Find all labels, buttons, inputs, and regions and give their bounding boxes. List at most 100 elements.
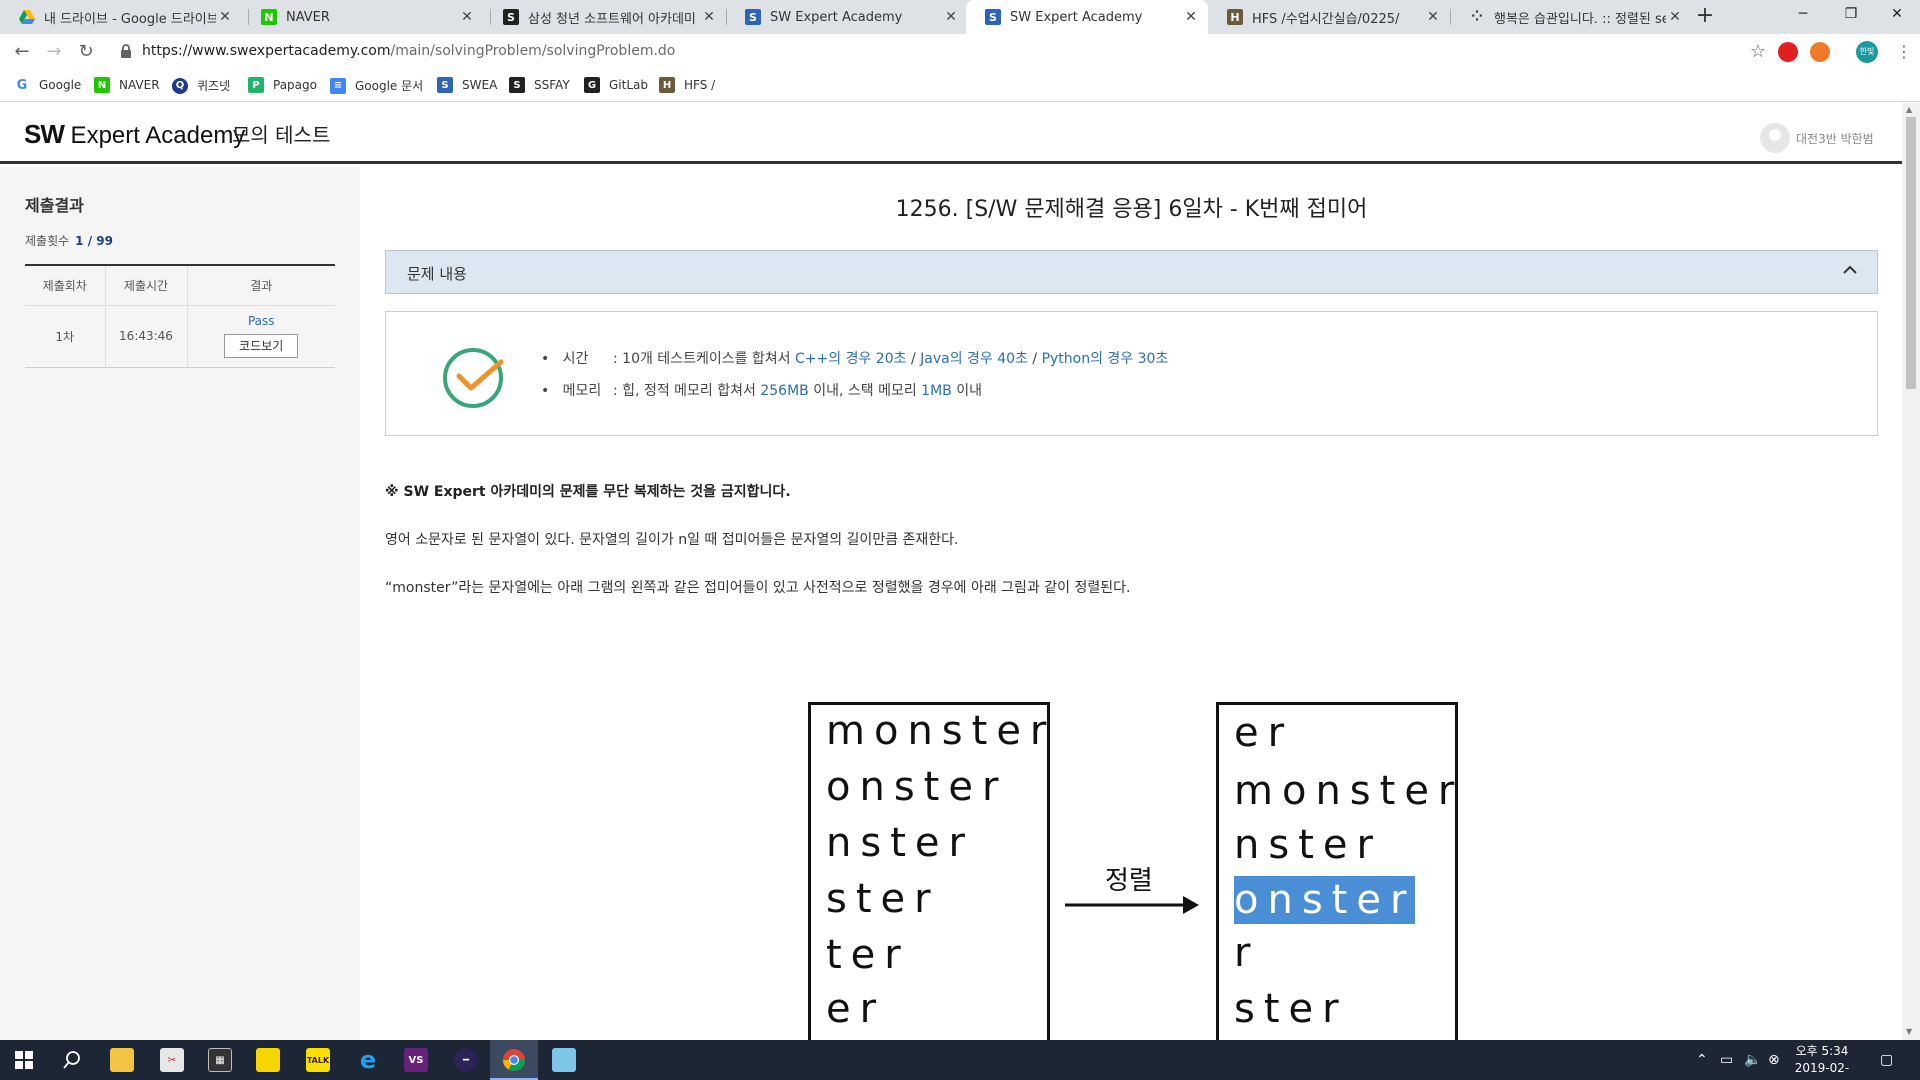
tistory-icon: ⁘ <box>1471 9 1483 25</box>
submission-count-label: 제출횟수 <box>25 234 70 248</box>
bookmark-google-docs[interactable]: ≡ Google 문서 <box>330 77 423 94</box>
eclipse-icon[interactable]: ━ <box>442 1040 490 1080</box>
tab-hfs[interactable]: H HFS /수업시간실습/0225/ ✕ <box>1208 0 1450 34</box>
suffix-word: ter <box>826 932 910 978</box>
url-text: https://www.swexpertacademy.com/main/sol… <box>142 43 675 59</box>
bookmark-google[interactable]: G Google <box>14 77 82 93</box>
bookmark-gitlab[interactable]: G GitLab <box>584 77 648 93</box>
hfs-icon: H <box>1227 9 1243 25</box>
tab-ssafy[interactable]: S 삼성 청년 소프트웨어 아카데미 ✕ <box>484 0 726 34</box>
tab-title: 삼성 청년 소프트웨어 아카데미 <box>528 11 696 27</box>
bookmark-swea[interactable]: S SWEA <box>437 77 497 93</box>
scroll-up-arrow-icon[interactable]: ▲ <box>1906 105 1912 114</box>
bookmarks-bar: G Google N NAVER Q 퀴즈넷 P Papago ≡ Google 문서 S… <box>0 70 1920 102</box>
tab-title: 행복은 습관입니다. :: 정렬된 set <box>1494 11 1666 27</box>
logo-rest: Expert Academy <box>63 122 246 149</box>
arrow-right-icon <box>1065 896 1199 914</box>
suffix-word: er <box>1234 710 1294 756</box>
site-logo[interactable]: SW Expert Academy <box>24 119 245 150</box>
column-header: 제출시간 <box>104 264 187 306</box>
notepad-icon[interactable] <box>540 1040 588 1080</box>
chrome-icon[interactable] <box>490 1040 538 1080</box>
scrollbar-thumb[interactable] <box>1906 117 1916 389</box>
address-bar[interactable]: https://www.swexpertacademy.com/main/sol… <box>110 37 1770 67</box>
page-scrollbar[interactable]: ▲ ▼ <box>1902 103 1920 1040</box>
bookmark-quiznet[interactable]: Q 퀴즈넷 <box>172 77 230 94</box>
close-icon[interactable]: ✕ <box>1666 9 1684 25</box>
maximize-button[interactable]: ❐ <box>1828 0 1874 30</box>
visual-studio-icon[interactable]: VS <box>392 1040 440 1080</box>
calculator-icon[interactable]: ▦ <box>196 1040 244 1080</box>
submission-count: 제출횟수 1 / 99 <box>25 232 113 249</box>
bookmark-naver[interactable]: N NAVER <box>94 77 160 93</box>
scroll-down-arrow-icon[interactable]: ▼ <box>1906 1027 1912 1036</box>
new-tab-button[interactable]: + <box>1692 3 1718 29</box>
windows-start-icon[interactable] <box>0 1040 48 1080</box>
tab-naver[interactable]: N NAVER ✕ <box>242 0 484 34</box>
ssafy-icon: S <box>503 9 519 25</box>
swea-icon: S <box>437 77 453 93</box>
swea-icon: S <box>985 9 1001 25</box>
forward-button[interactable]: → <box>42 40 66 64</box>
system-clock[interactable]: 오후 5:34 2019-02-25 <box>1792 1043 1852 1080</box>
menu-kebab-icon[interactable]: ⋮ <box>1892 40 1916 64</box>
internet-explorer-icon[interactable]: e <box>344 1040 392 1080</box>
bookmark-hfs[interactable]: H HFS / <box>659 77 715 93</box>
limits-box: • 시간: 10개 테스트케이스를 합쳐서 C++의 경우 20초 / Java… <box>385 311 1878 436</box>
search-icon[interactable] <box>48 1040 96 1080</box>
close-window-button[interactable]: ✕ <box>1874 0 1920 30</box>
back-button[interactable]: ← <box>10 40 34 64</box>
tab-swea-active[interactable]: S SW Expert Academy ✕ <box>966 0 1208 34</box>
close-icon[interactable]: ✕ <box>1182 9 1200 25</box>
submission-sidebar: 제출결과 제출횟수 1 / 99 제출회차 제출시간 결과 1차 16:43:46… <box>0 167 360 1040</box>
minimize-button[interactable]: ─ <box>1780 0 1826 30</box>
tab-google-drive[interactable]: 내 드라이브 - Google 드라이브 ✕ <box>0 0 242 34</box>
table-row: 1차 16:43:46 Pass 코드보기 <box>25 305 335 368</box>
site-header: SW Expert Academy 모의 테스트 대전3반 박한범 <box>0 103 1902 164</box>
user-menu[interactable]: 대전3반 박한범 <box>1760 123 1874 153</box>
reload-button[interactable]: ↻ <box>74 40 98 64</box>
google-docs-icon: ≡ <box>330 77 346 94</box>
quiznet-icon: Q <box>172 77 188 94</box>
opera-extension-icon[interactable] <box>1778 42 1798 62</box>
notification-icon[interactable]: ▢ <box>1880 1052 1893 1068</box>
close-icon[interactable]: ✕ <box>700 9 718 25</box>
user-avatar-icon <box>1760 123 1790 153</box>
result-pass: Pass <box>247 314 275 328</box>
sort-label: 정렬 <box>1105 866 1153 896</box>
ime-icon[interactable]: ⊗ <box>1768 1052 1780 1068</box>
extension-icon[interactable] <box>1810 42 1830 62</box>
close-icon[interactable]: ✕ <box>458 9 476 25</box>
profile-avatar[interactable]: 한빛 <box>1856 41 1878 63</box>
column-header: 결과 <box>186 264 335 306</box>
bookmark-label: 퀴즈넷 <box>197 79 231 93</box>
network-icon[interactable]: ▭ <box>1720 1052 1733 1068</box>
file-explorer-icon[interactable] <box>98 1040 146 1080</box>
submission-round: 1차 <box>25 305 105 368</box>
close-icon[interactable]: ✕ <box>1424 9 1442 25</box>
submission-time: 16:43:46 <box>104 305 187 368</box>
tab-title: HFS /수업시간실습/0225/ <box>1252 11 1400 27</box>
close-icon[interactable]: ✕ <box>216 9 234 25</box>
sticky-notes-icon[interactable] <box>244 1040 292 1080</box>
submission-table: 제출회차 제출시간 결과 1차 16:43:46 Pass 코드보기 <box>25 264 335 368</box>
clock-time: 오후 5:34 <box>1795 1044 1849 1058</box>
bookmark-star-icon[interactable]: ☆ <box>1750 41 1766 62</box>
suffix-word: r <box>1234 930 1260 976</box>
volume-icon[interactable]: 🔈 <box>1744 1052 1761 1068</box>
snipping-tool-icon[interactable]: ✂ <box>148 1040 196 1080</box>
close-icon[interactable]: ✕ <box>942 9 960 25</box>
tab-title: NAVER <box>286 9 330 25</box>
ssafy-icon: S <box>509 77 525 93</box>
bookmark-ssafy[interactable]: S SSFAY <box>509 77 570 93</box>
bookmark-papago[interactable]: P Papago <box>248 77 317 93</box>
view-code-button[interactable]: 코드보기 <box>224 334 299 358</box>
swea-icon: S <box>745 9 761 25</box>
kakaotalk-icon[interactable]: TALK <box>294 1040 342 1080</box>
suffix-word: ster <box>826 876 940 922</box>
chevron-up-icon[interactable]: ⌃ <box>1696 1052 1708 1068</box>
tab-swea-1[interactable]: S SW Expert Academy ✕ <box>726 0 968 34</box>
tab-tistory[interactable]: ⁘ 행복은 습관입니다. :: 정렬된 set ✕ <box>1450 0 1692 34</box>
problem-content-toggle[interactable]: 문제 내용 <box>385 250 1878 294</box>
bullet-label: • 시간 <box>541 351 589 367</box>
